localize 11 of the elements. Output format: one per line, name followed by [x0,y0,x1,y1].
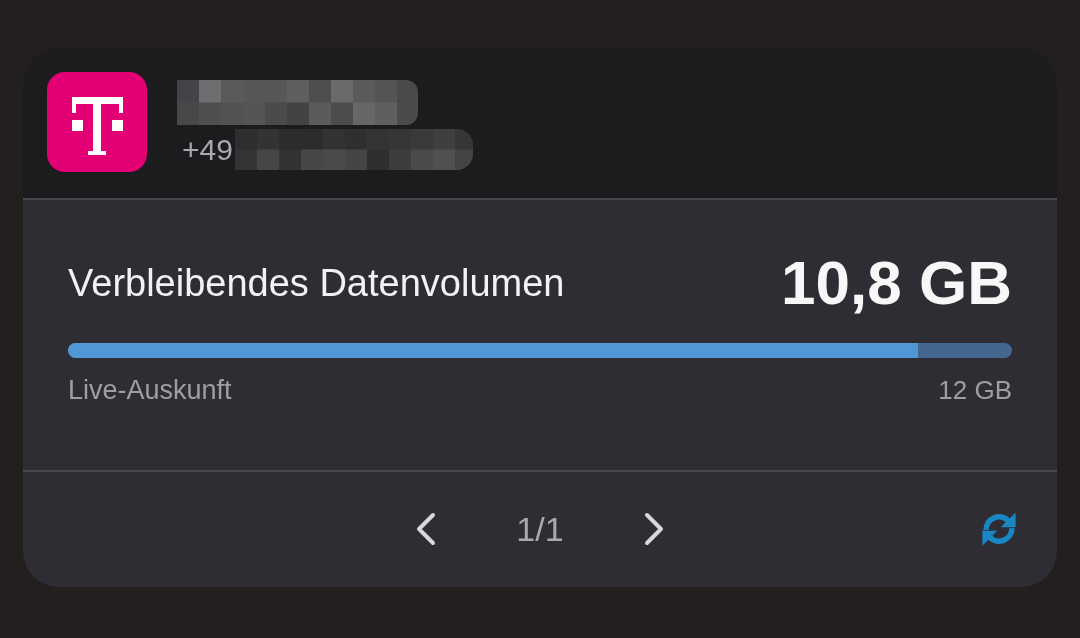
chevron-right-icon [643,511,664,546]
source-label: Live-Auskunft [68,375,232,406]
total-volume-label: 12 GB [938,375,1012,406]
next-page-button[interactable] [643,511,664,546]
chevron-left-icon [416,511,437,546]
page-indicator: 1/1 [516,508,564,549]
phone-number: +49 [182,133,233,167]
remaining-data-value: 10,8 GB [781,252,1012,314]
logo-icon [47,72,147,172]
data-volume-label: Verbleibendes Datenvolumen [68,261,565,305]
previous-page-button[interactable] [416,511,437,546]
